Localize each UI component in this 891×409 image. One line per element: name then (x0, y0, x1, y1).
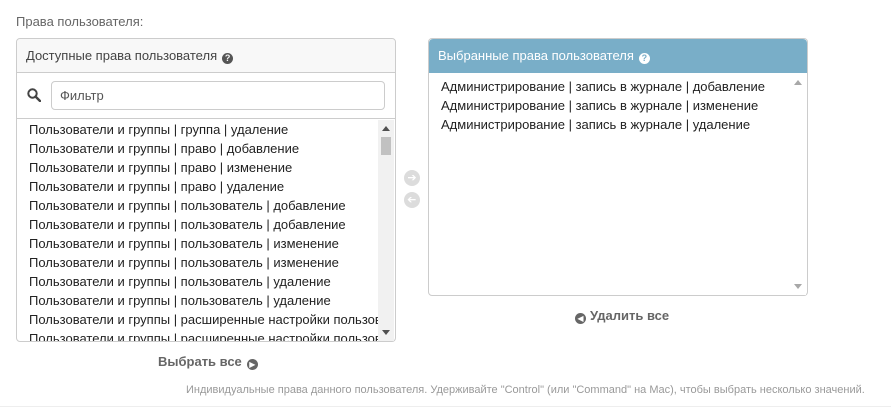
arrow-left-circle-icon: ➔ (407, 194, 417, 206)
list-item[interactable]: Администрирование | запись в журнале | и… (429, 96, 793, 115)
list-item[interactable]: Пользователи и группы | пользователь | и… (17, 234, 379, 253)
clear-all-link[interactable]: ◀ Удалить все (575, 308, 669, 324)
scroll-thumb[interactable] (381, 137, 391, 155)
list-item[interactable]: Пользователи и группы | право | изменени… (17, 158, 379, 177)
choose-all-link[interactable]: Выбрать все ▶ (158, 354, 258, 370)
chosen-permissions-box: Выбранные права пользователя? Администри… (428, 38, 808, 296)
arrow-left-circle-icon: ◀ (575, 313, 586, 324)
filter-input[interactable] (51, 81, 385, 110)
chosen-permissions-list[interactable]: Администрирование | запись в журнале | д… (429, 74, 793, 298)
arrow-right-circle-icon: ▶ (246, 359, 258, 370)
list-item[interactable]: Пользователи и группы | группа | удалени… (17, 120, 379, 139)
available-permissions-box: Доступные права пользователя? Пользовате… (16, 38, 396, 342)
filter-row (17, 73, 395, 119)
chosen-scrollbar[interactable] (790, 74, 806, 295)
list-item[interactable]: Пользователи и группы | пользователь | д… (17, 196, 379, 215)
list-item[interactable]: Пользователи и группы | пользователь | у… (17, 291, 379, 310)
add-selected-button[interactable]: ➔ (404, 170, 420, 186)
scroll-down-icon[interactable] (794, 284, 802, 289)
available-scrollbar[interactable] (378, 120, 394, 341)
help-text: Индивидуальные права данного пользовател… (186, 384, 865, 396)
list-item[interactable]: Пользователи и группы | расширенные наст… (17, 329, 379, 341)
list-item[interactable]: Пользователи и группы | расширенные наст… (17, 310, 379, 329)
list-item[interactable]: Пользователи и группы | право | удаление (17, 177, 379, 196)
list-item[interactable]: Пользователи и группы | право | добавлен… (17, 139, 379, 158)
clear-all-label: Удалить все (590, 308, 670, 323)
divider (0, 406, 891, 407)
list-item[interactable]: Пользователи и группы | пользователь | у… (17, 272, 379, 291)
list-item[interactable]: Пользователи и группы | пользователь | д… (17, 215, 379, 234)
choose-all-label: Выбрать все (158, 354, 242, 369)
available-permissions-list[interactable]: Пользователи и группы | группа | удалени… (17, 120, 379, 341)
list-item[interactable]: Администрирование | запись в журнале | у… (429, 115, 793, 134)
available-permissions-title: Доступные права пользователя? (17, 39, 395, 73)
arrow-right-circle-icon: ➔ (407, 172, 417, 184)
scroll-up-icon[interactable] (382, 126, 390, 131)
question-circle-icon[interactable]: ? (222, 53, 234, 64)
list-item[interactable]: Пользователи и группы | пользователь | и… (17, 253, 379, 272)
search-icon (27, 88, 41, 102)
list-item[interactable]: Администрирование | запись в журнале | д… (429, 77, 793, 96)
scroll-up-icon[interactable] (794, 80, 802, 85)
chosen-title-text: Выбранные права пользователя (438, 48, 634, 63)
field-label: Права пользователя: (16, 14, 144, 29)
question-circle-icon[interactable]: ? (638, 53, 650, 64)
scroll-down-icon[interactable] (382, 330, 390, 335)
chosen-permissions-title: Выбранные права пользователя? (429, 39, 807, 73)
available-title-text: Доступные права пользователя (26, 48, 218, 63)
remove-selected-button[interactable]: ➔ (404, 192, 420, 208)
